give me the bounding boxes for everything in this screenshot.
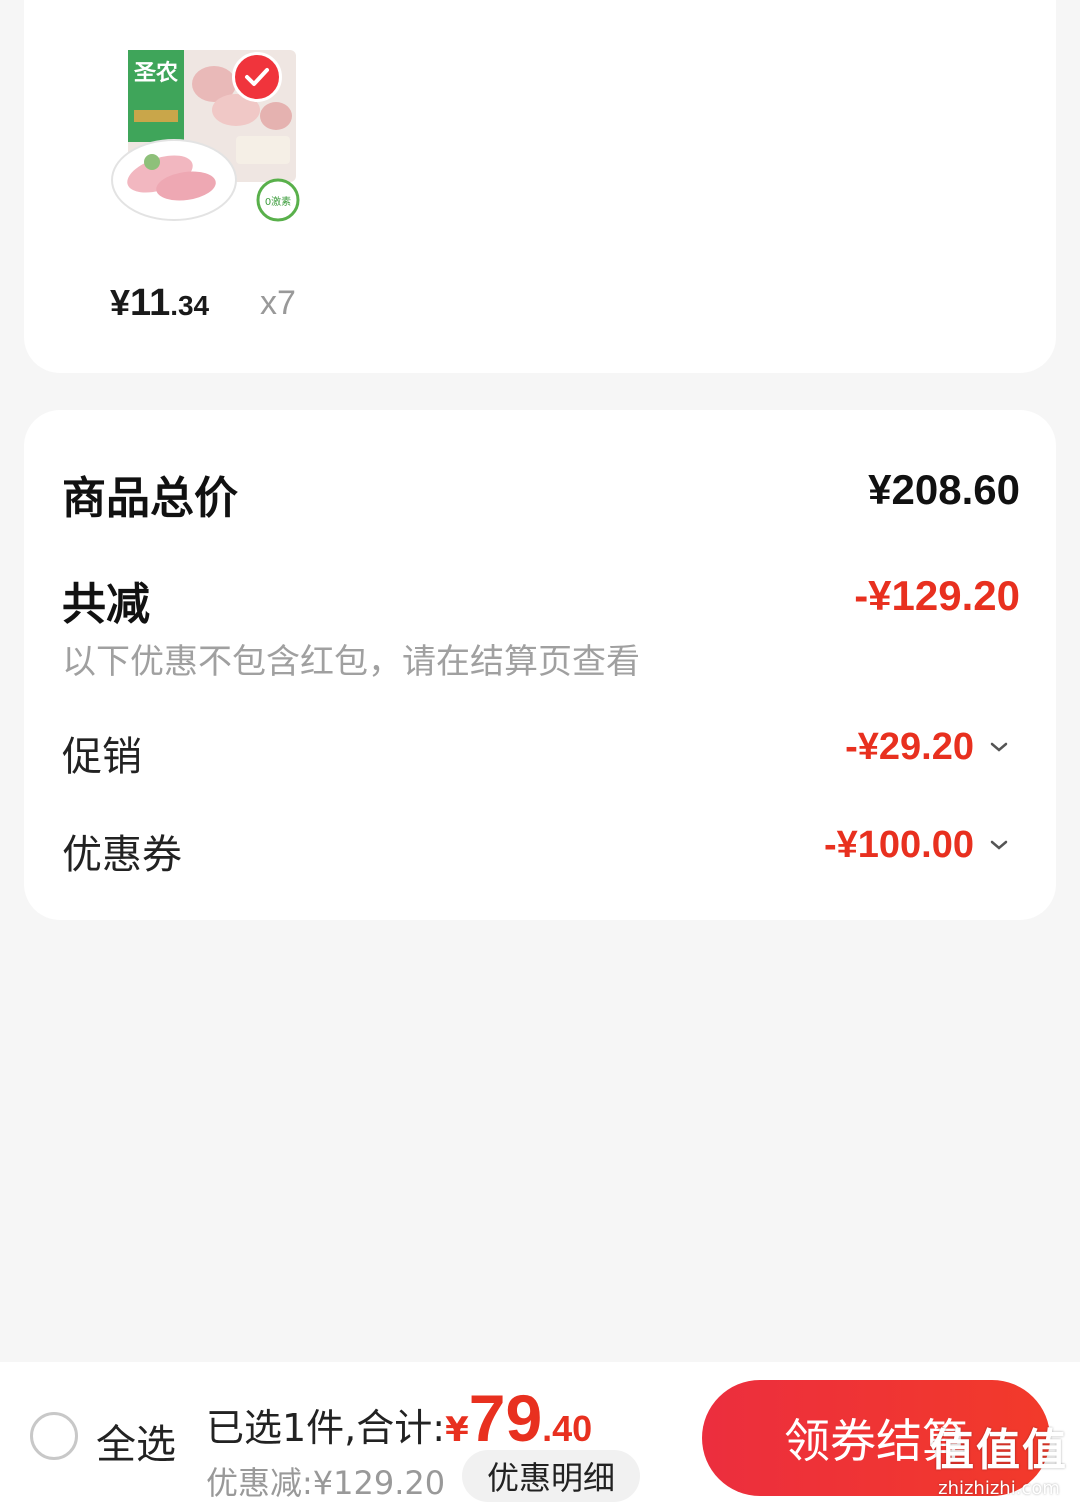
selected-count-text: 已选1件,合计: [206, 1406, 446, 1450]
select-all-label[interactable]: 全选 [96, 1412, 176, 1470]
site-watermark: 值值值 zhizhizhi.com [930, 1414, 1068, 1499]
total-integer: 79 [468, 1381, 543, 1455]
watermark-url: zhizhizhi.com [938, 1478, 1060, 1499]
discount-detail-button[interactable]: 优惠明细 [462, 1450, 640, 1502]
item-price-currency: ¥ [110, 282, 131, 323]
reduction-note-text: 以下优惠不包含红包，请在结算页查看 [62, 642, 640, 682]
brand-text: 圣农 [134, 60, 178, 86]
item-quantity: x7 [260, 284, 296, 322]
select-all-radio[interactable] [30, 1412, 78, 1460]
coupon-label: 优惠券 [62, 832, 182, 878]
discount-amount: 优惠减:¥129.20 [206, 1464, 446, 1502]
total-price-row: 商品总价 ¥208.60 [62, 462, 1020, 524]
coupon-value: -¥100.00 [823, 824, 974, 866]
coupon-row[interactable]: 优惠券 -¥100.00 [62, 822, 1020, 878]
item-price-decimal: .34 [170, 290, 210, 321]
total-decimal: .40 [542, 1408, 593, 1449]
price-summary-card: 商品总价 ¥208.60 共减 -¥129.20 以下优惠不包含红包，请在结算页… [24, 410, 1056, 920]
total-reduction-label: 共减 [62, 579, 150, 630]
badge-text: 0激素 [265, 195, 291, 208]
selected-total: 已选1件,合计:¥79.40 [206, 1380, 592, 1456]
promotion-row[interactable]: 促销 -¥29.20 [62, 724, 1020, 780]
watermark-logo: 值值值 [930, 1425, 1068, 1476]
total-reduction-value: -¥129.20 [854, 572, 1020, 619]
item-price-integer: 11 [130, 282, 171, 324]
promotion-label: 促销 [62, 734, 142, 780]
product-card: 圣农 0激素 ¥11.34 x7 [24, 0, 1056, 373]
checkout-bar: 全选 已选1件,合计:¥79.40 优惠减:¥129.20 优惠明细 领券结算 … [0, 1362, 1080, 1511]
reduction-note: 以下优惠不包含红包，请在结算页查看 [62, 634, 1020, 683]
chevron-down-icon[interactable] [988, 834, 1010, 856]
promotion-value: -¥29.20 [845, 726, 974, 768]
selected-check-icon[interactable] [232, 52, 282, 102]
total-currency: ¥ [445, 1410, 469, 1450]
chevron-down-icon[interactable] [988, 736, 1010, 758]
item-price: ¥11.34 [110, 282, 209, 325]
total-reduction-row: 共减 -¥129.20 [62, 568, 1020, 630]
total-price-value: ¥208.60 [868, 466, 1020, 513]
total-price-label: 商品总价 [62, 473, 238, 524]
